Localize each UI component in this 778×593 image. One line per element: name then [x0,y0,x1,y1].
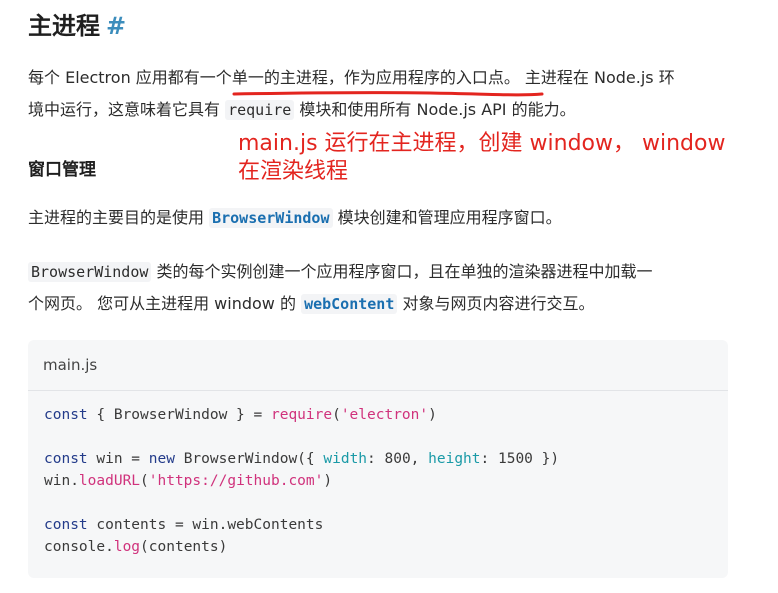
code-content: const { BrowserWindow } = require('elect… [44,404,559,558]
code-divider [28,390,728,391]
annotation-line: main.js 运行在主进程，创建 window， window [238,131,726,156]
code-line: const { BrowserWindow } = require('elect… [44,407,437,423]
para-text: 对象与网页内容进行交互。 [397,294,595,313]
annotation-line: 在渲染线程 [238,159,349,184]
browserwindow-link[interactable]: BrowserWindow [209,208,333,228]
para-text: 境中运行，这意味着它具有 [28,100,226,119]
para-text: 主进程的主要目的是使用 [28,208,210,227]
anchor-hash-link[interactable]: # [106,12,126,40]
para-text: 模块创建和管理应用程序窗口。 [332,208,562,227]
code-line: const win = new BrowserWindow({ width: 8… [44,451,560,467]
page-title-text: 主进程 [28,12,100,40]
handwritten-underline [232,91,544,97]
purpose-paragraph: 主进程的主要目的是使用 BrowserWindow 模块创建和管理应用程序窗口。 [28,202,562,234]
instance-paragraph: BrowserWindow 类的每个实例创建一个应用程序窗口，且在单独的渲染器进… [28,256,653,320]
section-heading: 窗口管理 [28,160,96,180]
code-block: main.js const { BrowserWindow } = requir… [28,340,728,578]
page-title: 主进程 # [28,10,126,42]
code-line: win.loadURL('https://github.com') [44,473,333,489]
code-filename: main.js [43,356,98,374]
code-line: console.log(contents) [44,539,228,555]
para-text: 个网页。 您可从主进程用 window 的 [28,294,302,313]
para-text: 类的每个实例创建一个应用程序窗口，且在单独的渲染器进程中加载一 [151,262,653,281]
para-text: 每个 Electron 应用都有一个 [28,68,232,87]
handwritten-annotation: main.js 运行在主进程，创建 window， window 在渲染线程 [238,130,725,186]
webcontent-link[interactable]: webContent [301,294,398,314]
inline-code-browserwindow: BrowserWindow [28,262,152,282]
code-line: const contents = win.webContents [44,517,324,533]
